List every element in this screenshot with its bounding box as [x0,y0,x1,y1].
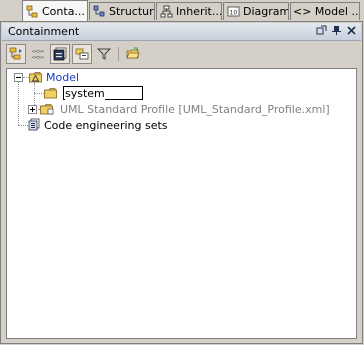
tab-structure[interactable]: Structure [89,2,155,20]
collapse-all-icon: <<>><<>> [32,49,44,61]
close-icon[interactable] [346,25,357,36]
containment-tree[interactable]: Model system UML Standard Profile [UML_S… [6,68,357,339]
tab-label: Structure [109,5,154,18]
rename-input[interactable]: system [63,86,143,100]
tree-connector [34,93,44,95]
expand-all-icon [9,47,22,60]
tree-node-label: Model [46,70,80,84]
package-icon [44,87,58,99]
collapse-toggle[interactable] [14,72,23,82]
panel-title: Containment [8,25,80,38]
diagrams-icon: 10 [227,5,240,18]
expand-toggle[interactable] [28,104,37,114]
panel-controls [316,25,357,36]
structure-icon [93,5,106,18]
panel-title-bar: Containment [2,23,361,41]
filter-button[interactable] [94,44,114,64]
tab-inheritance[interactable]: Inherit... [156,2,222,20]
toolbar-separator [118,47,119,61]
svg-text:10: 10 [230,10,238,17]
tree-node-uml-standard-profile[interactable]: UML Standard Profile [UML_Standard_Profi… [28,101,330,117]
containment-tree-icon [26,5,39,18]
show-properties-icon [53,47,67,61]
show-elements-button[interactable] [72,44,92,64]
show-properties-button[interactable] [50,44,70,64]
tree-node-system[interactable]: system [44,85,143,101]
pin-icon[interactable] [331,25,342,36]
profile-package-icon [40,103,54,115]
svg-text:<<>>: <<>> [32,55,44,61]
tab-diagrams[interactable]: 10 Diagrams [223,2,289,20]
tree-node-label: UML Standard Profile [UML_Standard_Profi… [60,102,330,116]
show-elements-icon [75,48,89,60]
tree-node-label: Code engineering sets [44,118,168,132]
tree-node-code-engineering-sets[interactable]: Code engineering sets [27,117,168,133]
view-tabs: Conta... Structure Inherit... 10 Diagram… [0,0,364,22]
filter-icon [97,48,111,60]
rename-input-value: system [65,86,105,100]
undock-icon[interactable] [316,25,327,36]
tab-label: Inherit... [176,5,222,18]
tab-label: <> Model ... [293,5,360,18]
code-engineering-sets-icon [27,118,41,132]
expand-all-button[interactable] [6,44,26,64]
open-package-button[interactable] [123,44,143,64]
tab-label: Diagrams [243,5,288,18]
tree-connector [18,82,20,125]
tab-containment[interactable]: Conta... [22,0,88,22]
tab-model-extensions[interactable]: <> Model ... [290,2,360,20]
collapse-all-button[interactable]: <<>> <<>> [28,44,48,64]
inheritance-icon [160,5,173,18]
containment-panel: Containment <<>> <<>> Model system UML S… [0,21,363,344]
tab-label: Conta... [42,5,85,18]
open-package-icon [126,47,140,59]
tree-toolbar: <<>> <<>> [2,42,361,66]
tree-node-model[interactable]: Model [9,69,79,85]
model-icon [29,71,43,83]
